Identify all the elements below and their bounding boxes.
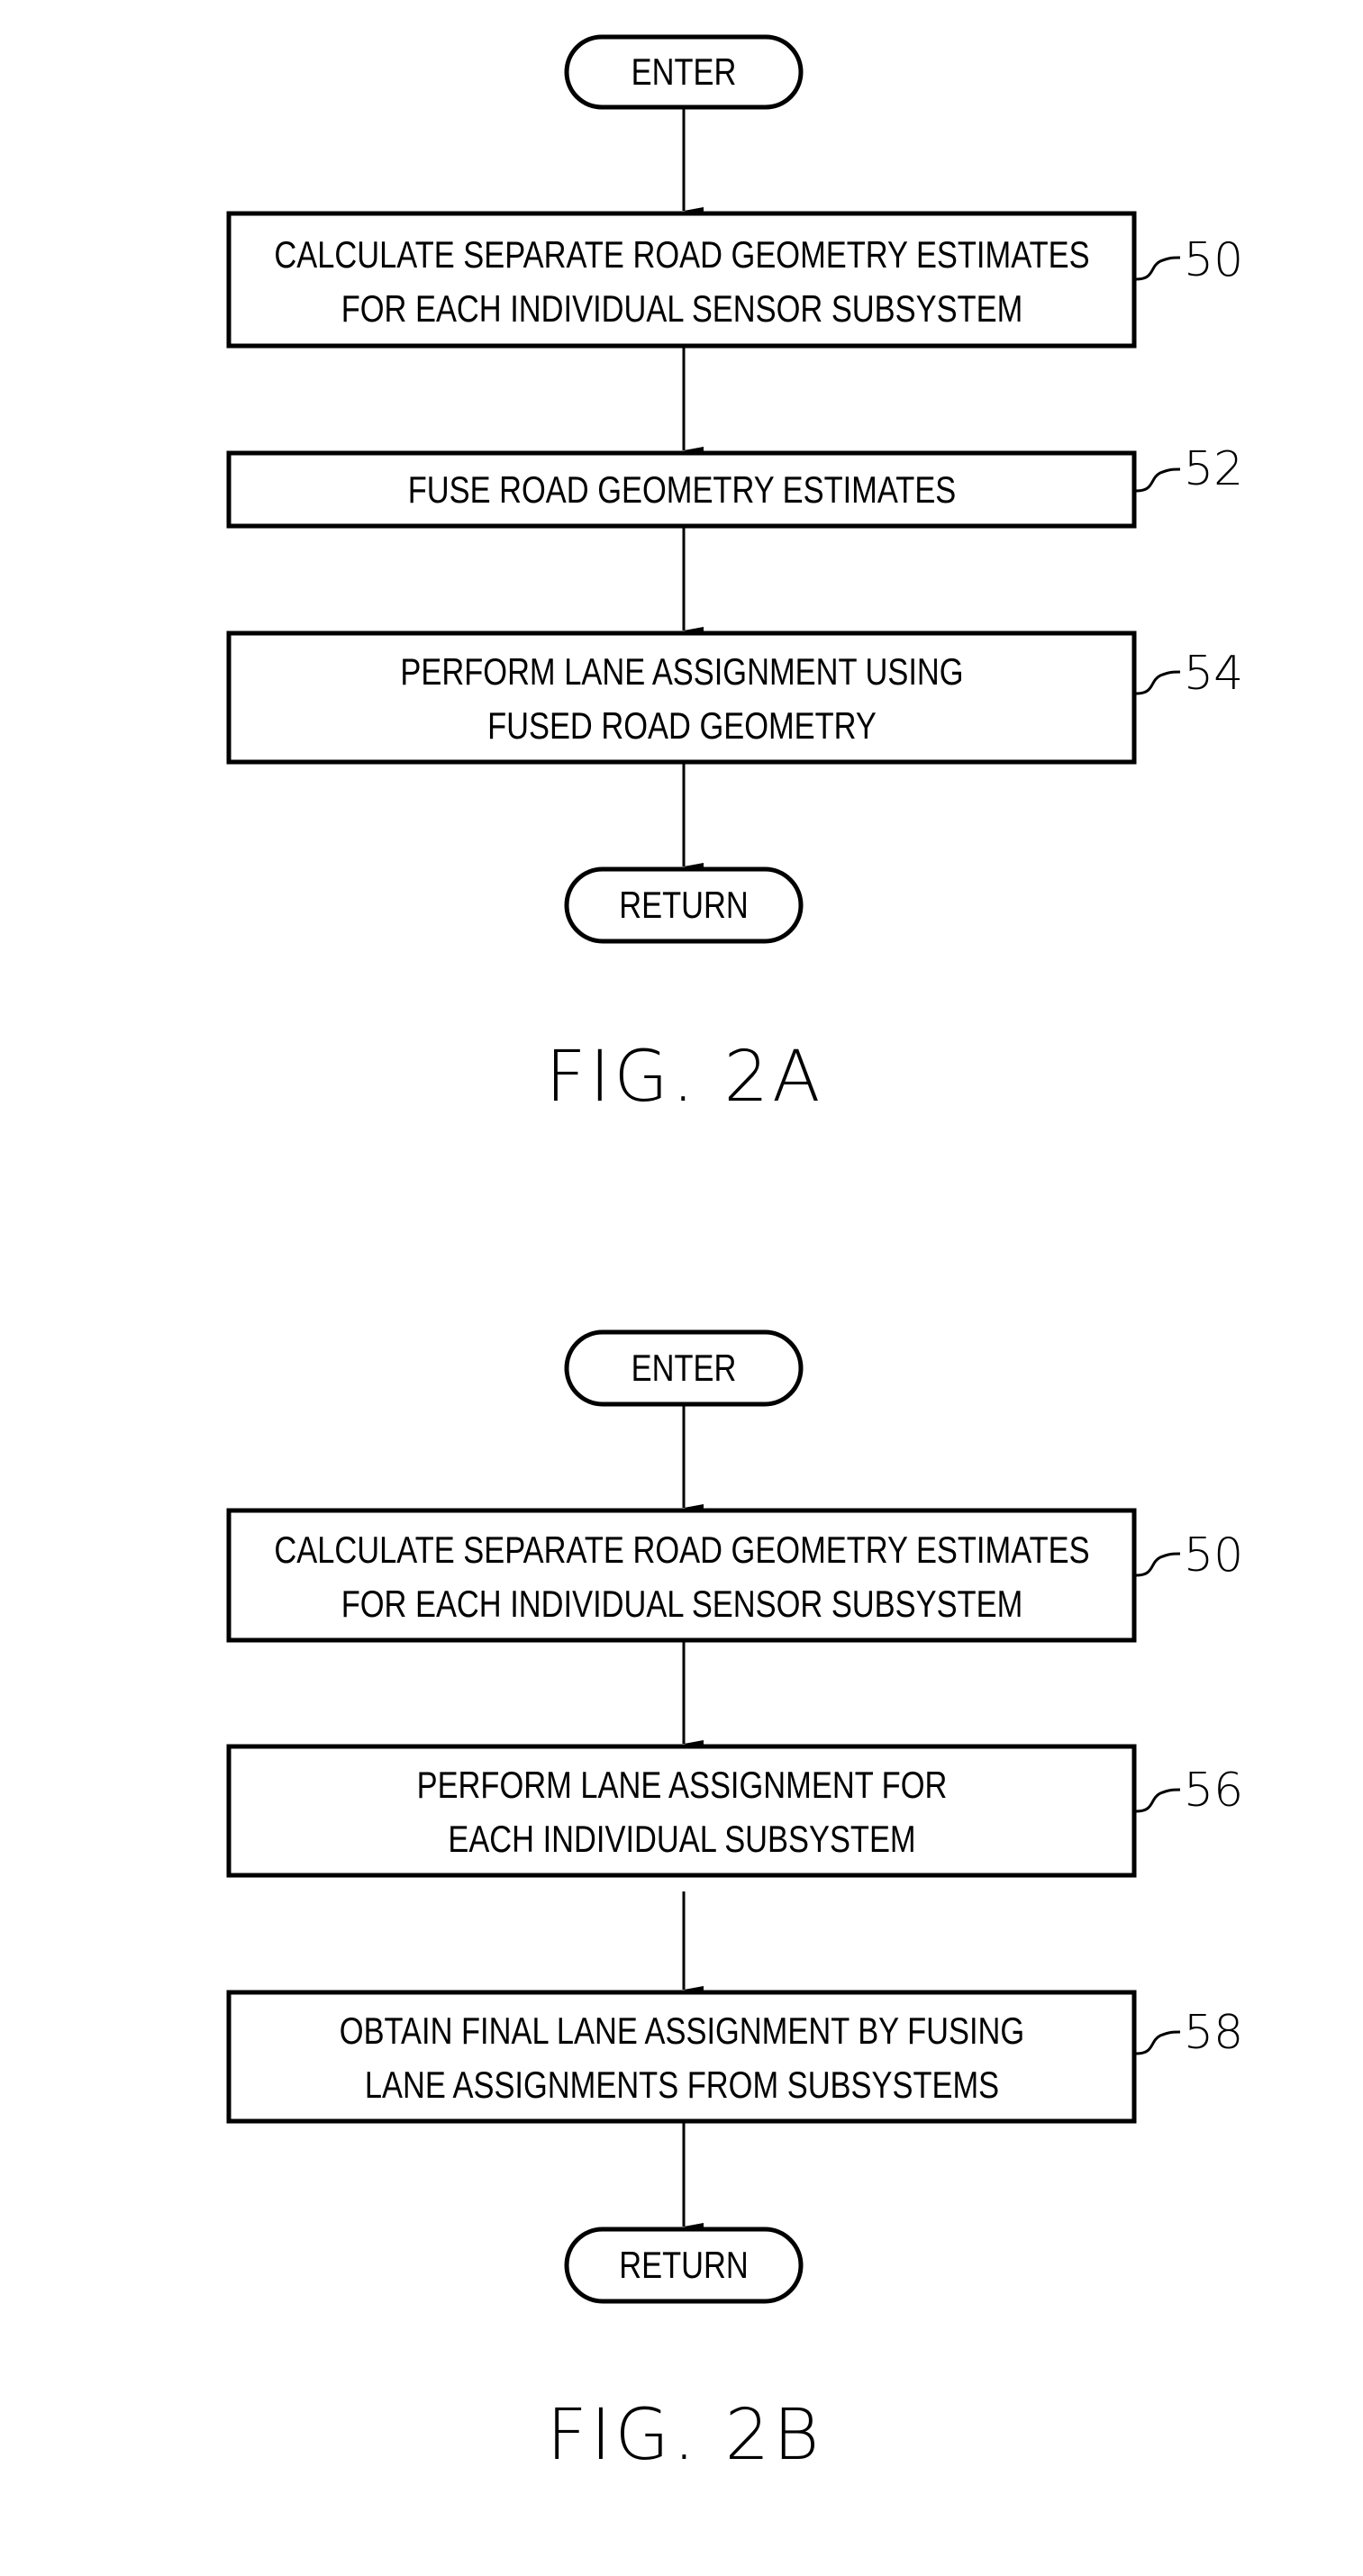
- step-text-line: FOR EACH INDIVIDUAL SENSOR SUBSYSTEM: [341, 287, 1023, 330]
- start-label: ENTER: [632, 50, 737, 93]
- reference-leader: [1135, 1788, 1181, 1813]
- step-text-line: PERFORM LANE ASSIGNMENT USING: [400, 650, 963, 693]
- reference-leader: [1135, 1552, 1181, 1577]
- end-label: RETURN: [619, 884, 749, 926]
- reference-leader: [1135, 256, 1181, 281]
- figure-2a: ENTER CALCULATE SEPARATE ROAD GEOMETRY E…: [226, 34, 1243, 1118]
- figure-caption: FIG. 2B: [547, 2395, 823, 2476]
- process-step-50: CALCULATE SEPARATE ROAD GEOMETRY ESTIMAT…: [226, 211, 1137, 349]
- reference-numeral: 50: [1184, 233, 1243, 287]
- process-step-50: CALCULATE SEPARATE ROAD GEOMETRY ESTIMAT…: [226, 1508, 1137, 1643]
- step-text-line: FUSE ROAD GEOMETRY ESTIMATES: [408, 468, 957, 511]
- reference-numeral: 50: [1184, 1528, 1243, 1583]
- process-step-54: PERFORM LANE ASSIGNMENT USING FUSED ROAD…: [226, 630, 1137, 765]
- step-text-line: FUSED ROAD GEOMETRY: [487, 704, 877, 747]
- start-terminal: ENTER: [564, 1329, 804, 1407]
- figure-caption: FIG. 2A: [546, 1037, 824, 1118]
- end-label: RETURN: [619, 2244, 749, 2286]
- step-text-line: CALCULATE SEPARATE ROAD GEOMETRY ESTIMAT…: [274, 1528, 1089, 1571]
- reference-numeral: 56: [1184, 1764, 1243, 1818]
- reference-leader: [1135, 670, 1181, 695]
- step-text-line: FOR EACH INDIVIDUAL SENSOR SUBSYSTEM: [341, 1583, 1023, 1625]
- step-text-line: OBTAIN FINAL LANE ASSIGNMENT BY FUSING: [340, 2009, 1024, 2052]
- reference-numeral: 54: [1184, 647, 1243, 701]
- figure-2b: ENTER CALCULATE SEPARATE ROAD GEOMETRY E…: [226, 1329, 1243, 2476]
- reference-leader: [1135, 467, 1181, 493]
- reference-numeral: 58: [1184, 2006, 1243, 2060]
- flowchart-canvas: ENTER CALCULATE SEPARATE ROAD GEOMETRY E…: [226, 34, 1243, 2476]
- step-text-line: PERFORM LANE ASSIGNMENT FOR: [417, 1764, 948, 1806]
- step-text-line: CALCULATE SEPARATE ROAD GEOMETRY ESTIMAT…: [274, 233, 1089, 276]
- process-step-56: PERFORM LANE ASSIGNMENT FOR EACH INDIVID…: [226, 1744, 1137, 1878]
- process-step-52: FUSE ROAD GEOMETRY ESTIMATES: [226, 450, 1137, 529]
- process-step-58: OBTAIN FINAL LANE ASSIGNMENT BY FUSING L…: [226, 1990, 1137, 2124]
- step-text-line: EACH INDIVIDUAL SUBSYSTEM: [448, 1818, 915, 1860]
- start-terminal: ENTER: [564, 34, 804, 110]
- reference-numeral: 52: [1184, 442, 1243, 496]
- step-text-line: LANE ASSIGNMENTS FROM SUBSYSTEMS: [365, 2064, 999, 2106]
- reference-leader: [1135, 2030, 1181, 2055]
- start-label: ENTER: [632, 1347, 737, 1389]
- end-terminal: RETURN: [564, 866, 804, 944]
- end-terminal: RETURN: [564, 2227, 804, 2304]
